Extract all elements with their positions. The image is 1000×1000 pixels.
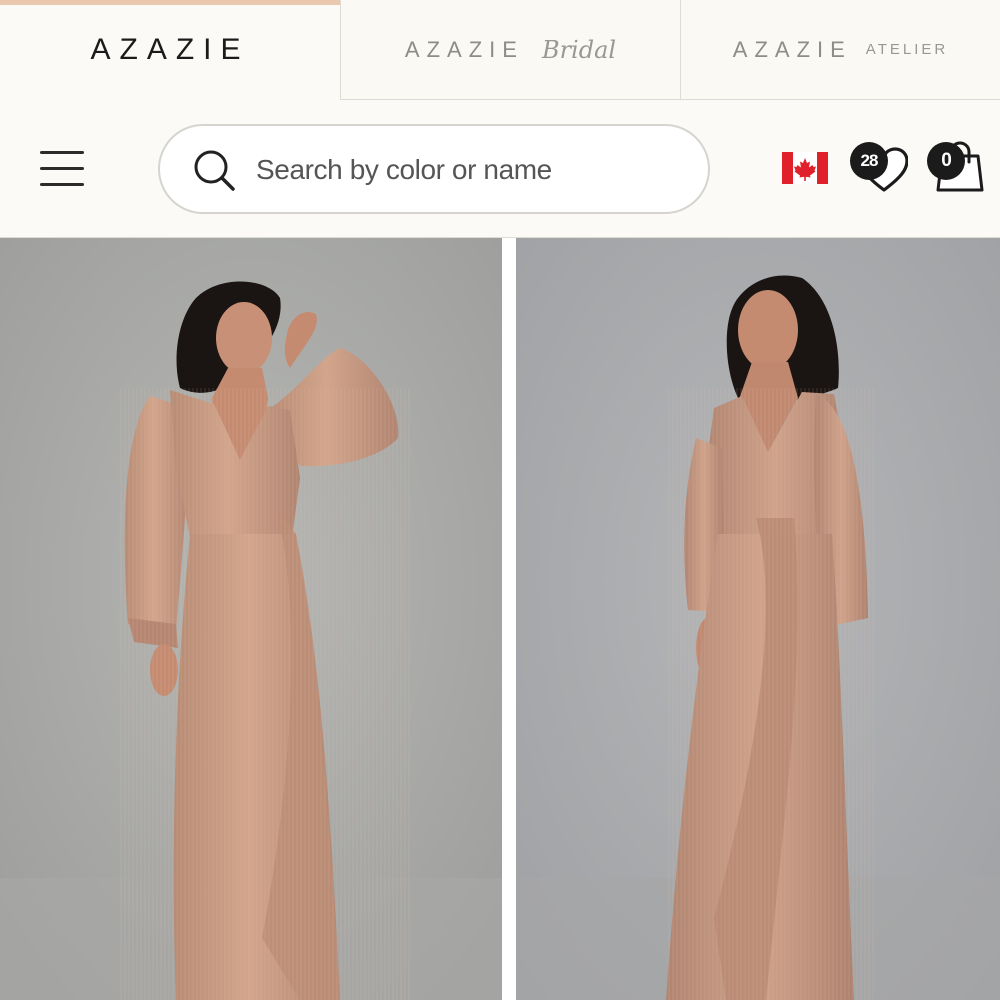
header-bar: 28 0 bbox=[0, 100, 1000, 238]
tab-azazie-bridal[interactable]: AZAZIE Bridal bbox=[340, 0, 680, 100]
brand-tabs: AZAZIE AZAZIE Bridal AZAZIE ATELIER bbox=[0, 0, 1000, 100]
atelier-label: ATELIER bbox=[865, 41, 949, 58]
tab-azazie[interactable]: AZAZIE bbox=[0, 0, 340, 100]
product-image-gallery bbox=[0, 238, 1000, 1000]
product-photo-side[interactable] bbox=[516, 238, 1000, 1000]
canada-flag-icon[interactable] bbox=[782, 152, 828, 184]
product-photo-front[interactable] bbox=[0, 238, 502, 1000]
tab-azazie-atelier[interactable]: AZAZIE ATELIER bbox=[680, 0, 1000, 100]
wishlist-count-badge: 28 bbox=[850, 142, 888, 180]
hamburger-menu-icon[interactable] bbox=[38, 149, 86, 189]
active-tab-indicator bbox=[0, 0, 340, 5]
cart-count-badge: 0 bbox=[927, 142, 965, 180]
search-box[interactable] bbox=[158, 124, 710, 214]
azazie-logo: AZAZIE bbox=[90, 33, 250, 66]
bridal-script-label: Bridal bbox=[541, 35, 617, 64]
azazie-bridal-logo: AZAZIE bbox=[404, 36, 524, 62]
azazie-atelier-logo: AZAZIE bbox=[732, 36, 852, 62]
search-input[interactable] bbox=[256, 146, 686, 194]
cart-button[interactable]: 0 bbox=[924, 138, 986, 194]
wishlist-button[interactable]: 28 bbox=[848, 140, 908, 192]
search-icon[interactable] bbox=[192, 148, 236, 192]
